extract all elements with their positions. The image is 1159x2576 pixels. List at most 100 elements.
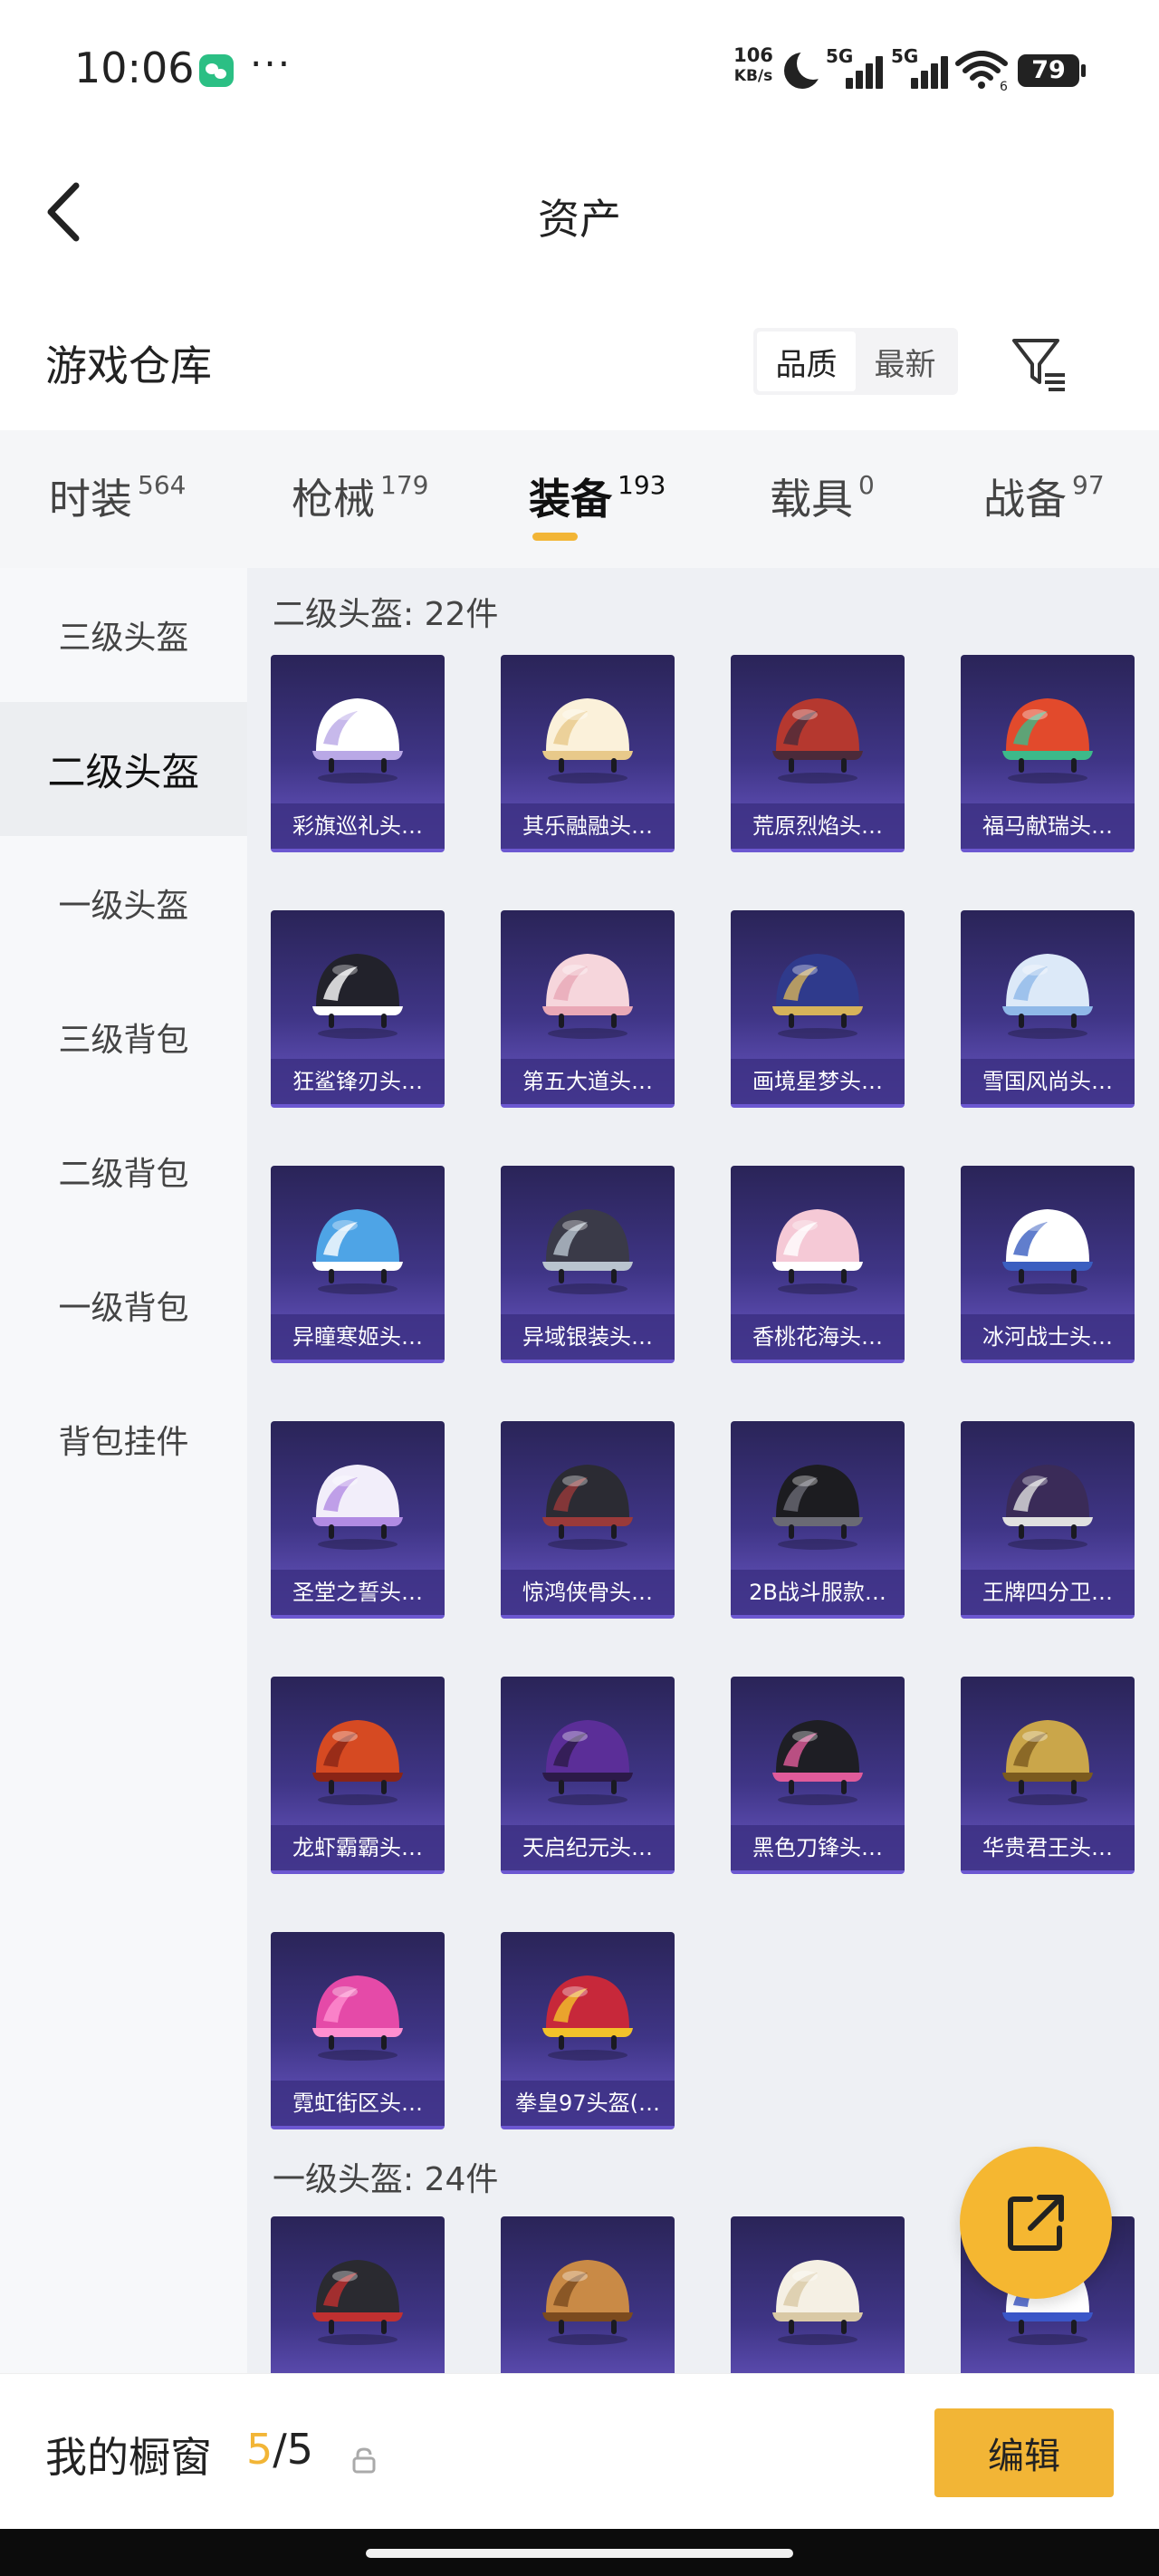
status-bar: 10:06 ··· 106 KB/s 5G 5G 6 79 bbox=[0, 0, 1159, 136]
section-title: 游戏仓库 bbox=[45, 341, 212, 390]
tab-vehicles[interactable]: 载具 0 bbox=[770, 466, 875, 539]
category-tabs: 时装 564 枪械 179 装备 193 载具 0 战备 97 bbox=[0, 430, 1159, 568]
item-card[interactable] bbox=[731, 2216, 905, 2379]
helmet-icon bbox=[312, 1975, 403, 2061]
sidebar-item-level1-helmet[interactable]: 一级头盔 bbox=[0, 836, 247, 970]
item-grid-area: 二级头盔: 22件 一级头盔: 24件 彩旗巡礼头… 其乐融融头… 荒原烈焰头… 福马… bbox=[247, 568, 1159, 2379]
system-nav-bar bbox=[0, 2529, 1159, 2576]
item-name: 王牌四分卫… bbox=[961, 1570, 1135, 1615]
item-name: 霓虹街区头… bbox=[271, 2081, 445, 2126]
share-button[interactable] bbox=[960, 2147, 1112, 2299]
sort-by-quality[interactable]: 品质 bbox=[757, 332, 856, 391]
helmet-icon bbox=[1002, 1465, 1093, 1550]
item-name: 华贵君王头… bbox=[961, 1825, 1135, 1870]
item-name: 2B战斗服款… bbox=[731, 1570, 905, 1615]
helmet-icon bbox=[542, 698, 633, 783]
item-card[interactable]: 其乐融融头… bbox=[501, 655, 675, 852]
item-card[interactable]: 惊鸿侠骨头… bbox=[501, 1421, 675, 1619]
item-name: 狂鲨锋刃头… bbox=[271, 1059, 445, 1104]
status-time: 10:06 bbox=[74, 43, 195, 92]
item-card[interactable]: 华贵君王头… bbox=[961, 1677, 1135, 1874]
warehouse-section-header: 游戏仓库 品质 最新 bbox=[0, 290, 1159, 430]
item-card[interactable]: 彩旗巡礼头… bbox=[271, 655, 445, 852]
edit-button[interactable]: 编辑 bbox=[934, 2408, 1114, 2497]
item-card[interactable]: 天启纪元头… bbox=[501, 1677, 675, 1874]
item-name: 异瞳寒姬头… bbox=[271, 1314, 445, 1360]
helmet-icon bbox=[1002, 1720, 1093, 1805]
helmet-icon bbox=[312, 698, 403, 783]
helmet-icon bbox=[542, 1465, 633, 1550]
sidebar-item-level1-backpack[interactable]: 一级背包 bbox=[0, 1238, 247, 1372]
item-card[interactable]: 圣堂之誓头… bbox=[271, 1421, 445, 1619]
item-card[interactable]: 福马献瑞头… bbox=[961, 655, 1135, 852]
tab-guns[interactable]: 枪械 179 bbox=[292, 466, 428, 539]
sidebar-item-backpack-charm[interactable]: 背包挂件 bbox=[0, 1372, 247, 1506]
helmet-icon bbox=[772, 2260, 863, 2345]
tab-gear[interactable]: 战备 97 bbox=[983, 466, 1105, 539]
helmet-icon bbox=[1002, 954, 1093, 1039]
helmet-icon bbox=[542, 954, 633, 1039]
item-name: 黑色刀锋头… bbox=[731, 1825, 905, 1870]
showcase-bar: 我的橱窗 5/5 编辑 bbox=[0, 2373, 1159, 2529]
item-card[interactable]: 王牌四分卫… bbox=[961, 1421, 1135, 1619]
helmet-icon bbox=[772, 1720, 863, 1805]
filter-icon[interactable] bbox=[1011, 335, 1068, 393]
sort-toggle: 品质 最新 bbox=[753, 328, 958, 395]
helmet-icon bbox=[312, 954, 403, 1039]
active-tab-indicator bbox=[532, 533, 578, 541]
sidebar-item-level2-backpack[interactable]: 二级背包 bbox=[0, 1104, 247, 1238]
do-not-disturb-icon bbox=[784, 47, 829, 89]
item-name: 异域银装头… bbox=[501, 1314, 675, 1360]
item-card[interactable]: 第五大道头… bbox=[501, 910, 675, 1108]
item-name: 拳皇97头盔(… bbox=[501, 2081, 675, 2126]
helmet-icon bbox=[772, 954, 863, 1039]
group-title: 一级头盔: 24件 bbox=[273, 2161, 499, 2198]
item-card[interactable]: 拳皇97头盔(… bbox=[501, 1932, 675, 2129]
tab-fashion[interactable]: 时装 564 bbox=[49, 466, 186, 539]
item-name: 冰河战士头… bbox=[961, 1314, 1135, 1360]
item-name: 香桃花海头… bbox=[731, 1314, 905, 1360]
helmet-icon bbox=[772, 1209, 863, 1294]
item-card[interactable]: 黑色刀锋头… bbox=[731, 1677, 905, 1874]
item-card[interactable]: 龙虾霸霸头… bbox=[271, 1677, 445, 1874]
item-card[interactable]: 2B战斗服款… bbox=[731, 1421, 905, 1619]
page-title: 资产 bbox=[538, 195, 621, 244]
item-name: 福马献瑞头… bbox=[961, 803, 1135, 849]
item-name: 第五大道头… bbox=[501, 1059, 675, 1104]
network-speed: 106 KB/s bbox=[733, 44, 773, 86]
helmet-icon bbox=[542, 1975, 633, 2061]
helmet-icon bbox=[1002, 1209, 1093, 1294]
more-notifications-icon: ··· bbox=[250, 42, 292, 86]
tab-equipment[interactable]: 装备 193 bbox=[529, 466, 666, 539]
item-card[interactable] bbox=[501, 2216, 675, 2379]
item-card[interactable]: 荒原烈焰头… bbox=[731, 655, 905, 852]
battery-icon: 79 bbox=[1018, 54, 1086, 87]
sort-by-newest[interactable]: 最新 bbox=[856, 332, 954, 391]
helmet-icon bbox=[312, 2260, 403, 2345]
sidebar-item-level2-helmet[interactable]: 二级头盔 bbox=[0, 702, 247, 836]
home-gesture-handle[interactable] bbox=[366, 2549, 793, 2558]
item-name: 彩旗巡礼头… bbox=[271, 803, 445, 849]
item-card[interactable]: 香桃花海头… bbox=[731, 1166, 905, 1363]
item-card[interactable]: 画境星梦头… bbox=[731, 910, 905, 1108]
item-card[interactable] bbox=[271, 2216, 445, 2379]
item-name: 圣堂之誓头… bbox=[271, 1570, 445, 1615]
item-card[interactable]: 狂鲨锋刃头… bbox=[271, 910, 445, 1108]
sidebar-item-level3-backpack[interactable]: 三级背包 bbox=[0, 970, 247, 1104]
item-card[interactable]: 雪国风尚头… bbox=[961, 910, 1135, 1108]
showcase-count: 5/5 bbox=[246, 2425, 314, 2474]
sidebar-item-level3-helmet[interactable]: 三级头盔 bbox=[0, 568, 247, 702]
group-title: 二级头盔: 22件 bbox=[273, 596, 499, 633]
item-card[interactable]: 霓虹街区头… bbox=[271, 1932, 445, 2129]
helmet-icon bbox=[312, 1465, 403, 1550]
wifi-icon: 6 bbox=[955, 51, 1008, 91]
item-name: 龙虾霸霸头… bbox=[271, 1825, 445, 1870]
item-card[interactable]: 异瞳寒姬头… bbox=[271, 1166, 445, 1363]
external-link-icon bbox=[1008, 2195, 1064, 2251]
helmet-icon bbox=[312, 1720, 403, 1805]
item-card[interactable]: 冰河战士头… bbox=[961, 1166, 1135, 1363]
helmet-icon bbox=[312, 1209, 403, 1294]
helmet-icon bbox=[542, 1209, 633, 1294]
item-card[interactable]: 异域银装头… bbox=[501, 1166, 675, 1363]
item-name: 雪国风尚头… bbox=[961, 1059, 1135, 1104]
